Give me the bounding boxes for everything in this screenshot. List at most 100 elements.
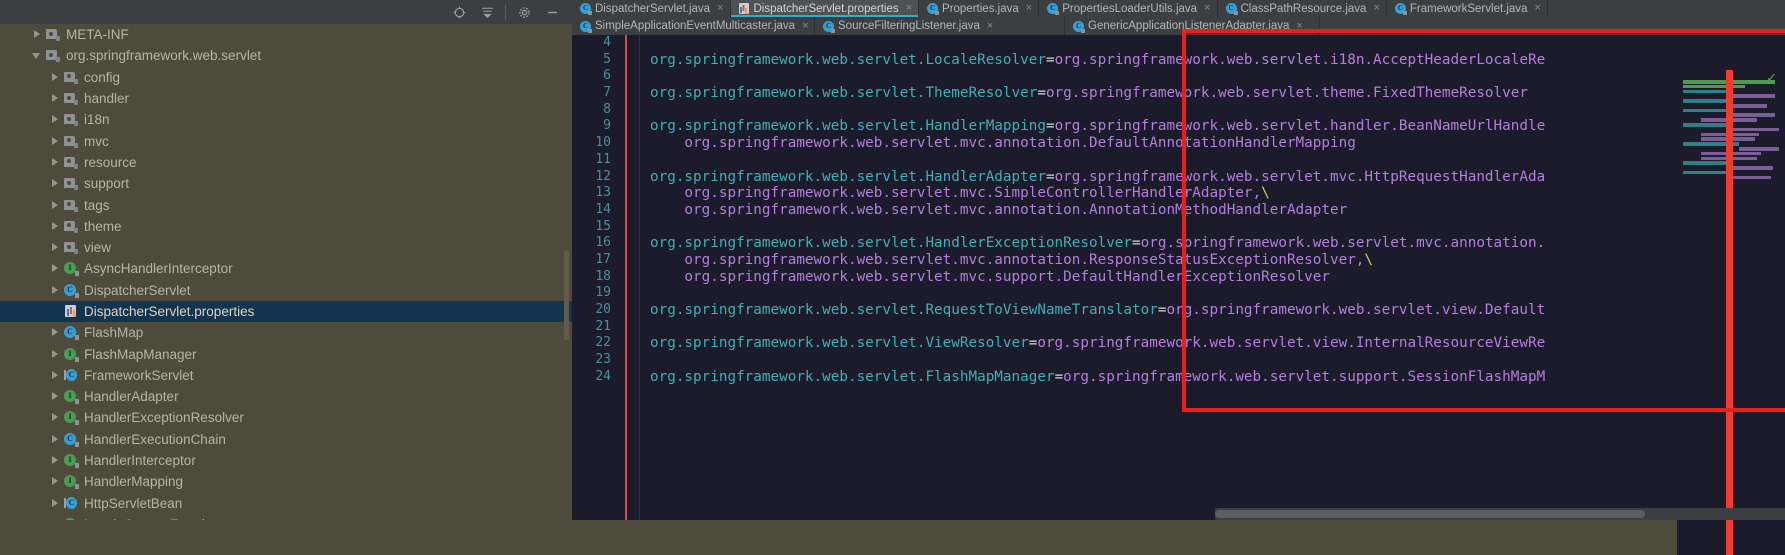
settings-gear-icon[interactable]: [513, 2, 535, 22]
tree-item[interactable]: view: [0, 237, 572, 258]
chevron-right-icon[interactable]: [50, 157, 61, 168]
locate-icon[interactable]: [448, 2, 470, 22]
tree-item[interactable]: resource: [0, 152, 572, 173]
code-line[interactable]: [650, 152, 1740, 169]
chevron-right-icon[interactable]: [50, 114, 61, 125]
editor-tab[interactable]: PropertiesLoaderUtils.java ×: [1039, 0, 1218, 17]
chevron-right-icon[interactable]: [50, 263, 61, 274]
tree-item[interactable]: FrameworkServlet: [0, 365, 572, 386]
code-line[interactable]: org.springframework.web.servlet.mvc.Simp…: [650, 185, 1740, 202]
code-content[interactable]: org.springframework.web.servlet.LocaleRe…: [650, 35, 1740, 520]
tree-item[interactable]: AsyncHandlerInterceptor: [0, 258, 572, 279]
chevron-right-icon[interactable]: [50, 200, 61, 211]
tree-item[interactable]: FlashMap: [0, 322, 572, 343]
tree-item[interactable]: HandlerAdapter: [0, 386, 572, 407]
tree-item[interactable]: LocaleContextResolver: [0, 514, 572, 520]
chevron-right-icon[interactable]: [50, 349, 61, 360]
editor-tab[interactable]: DispatcherServlet.java ×: [572, 0, 731, 17]
project-panel-scrollbar[interactable]: [564, 250, 569, 340]
tree-item[interactable]: HttpServletBean: [0, 493, 572, 514]
chevron-right-icon[interactable]: [50, 72, 61, 83]
chevron-right-icon[interactable]: [50, 412, 61, 423]
close-icon[interactable]: ×: [1204, 3, 1210, 14]
chevron-right-icon[interactable]: [50, 136, 61, 147]
close-icon[interactable]: ×: [717, 3, 723, 14]
code-line[interactable]: [650, 285, 1740, 302]
horizontal-scroll-thumb[interactable]: [1215, 510, 1645, 518]
tree-item[interactable]: i18n: [0, 109, 572, 130]
code-line[interactable]: [650, 219, 1740, 236]
code-line[interactable]: [650, 102, 1740, 119]
tree-item[interactable]: META-INF: [0, 24, 572, 45]
collapse-all-icon[interactable]: [476, 2, 498, 22]
code-line[interactable]: org.springframework.web.servlet.ViewReso…: [650, 335, 1740, 352]
tree-item[interactable]: FlashMapManager: [0, 343, 572, 364]
tree-item[interactable]: mvc: [0, 130, 572, 151]
chevron-right-icon[interactable]: [50, 476, 61, 487]
chevron-right-icon[interactable]: [50, 178, 61, 189]
editor-tab[interactable]: SourceFilteringListener.java ×: [815, 17, 1065, 35]
tree-item[interactable]: HandlerExecutionChain: [0, 429, 572, 450]
chevron-right-icon[interactable]: [50, 370, 61, 381]
close-icon[interactable]: ×: [1296, 20, 1302, 32]
code-line[interactable]: [650, 35, 1740, 52]
editor-tab[interactable]: Properties.java ×: [919, 0, 1040, 17]
tree-item[interactable]: org.springframework.web.servlet: [0, 45, 572, 66]
tree-item[interactable]: DispatcherServlet.properties: [0, 300, 572, 323]
tree-item[interactable]: config: [0, 67, 572, 88]
code-line[interactable]: org.springframework.web.servlet.HandlerM…: [650, 118, 1740, 135]
tree-item[interactable]: HandlerExceptionResolver: [0, 407, 572, 428]
code-folding-rail[interactable]: [639, 35, 640, 520]
tree-item[interactable]: HandlerInterceptor: [0, 450, 572, 471]
code-line[interactable]: org.springframework.web.servlet.HandlerA…: [650, 169, 1740, 186]
chevron-right-icon[interactable]: [50, 327, 61, 338]
code-line[interactable]: [650, 68, 1740, 85]
chevron-right-icon[interactable]: [50, 242, 61, 253]
project-tree[interactable]: META-INF org.springframework.web.servlet c…: [0, 24, 572, 520]
tree-item[interactable]: support: [0, 173, 572, 194]
chevron-right-icon[interactable]: [50, 221, 61, 232]
package-folder-icon: [64, 176, 79, 191]
editor-tab[interactable]: DispatcherServlet.properties ×: [730, 0, 920, 17]
chevron-right-icon[interactable]: [32, 29, 43, 40]
code-line[interactable]: org.springframework.web.servlet.mvc.anno…: [650, 252, 1740, 269]
code-line[interactable]: org.springframework.web.servlet.mvc.anno…: [650, 135, 1740, 152]
code-line[interactable]: org.springframework.web.servlet.RequestT…: [650, 302, 1740, 319]
close-icon[interactable]: ×: [1026, 3, 1032, 14]
close-icon[interactable]: ×: [906, 3, 912, 14]
close-icon[interactable]: ×: [987, 20, 993, 32]
code-line[interactable]: [650, 319, 1740, 336]
editor-tab[interactable]: SimpleApplicationEventMulticaster.java ×: [572, 17, 815, 35]
editor-tab[interactable]: ClassPathResource.java ×: [1218, 0, 1387, 17]
chevron-down-icon[interactable]: [32, 50, 43, 61]
code-line[interactable]: [650, 352, 1740, 369]
code-line[interactable]: org.springframework.web.servlet.ThemeRes…: [650, 85, 1740, 102]
chevron-right-icon[interactable]: [50, 498, 61, 509]
code-editor[interactable]: 4 5 6 7 8 9 10 11 12 13 14 15 16 17 18 19 20 21 22 23 24 org…: [572, 35, 1785, 555]
editor-tab[interactable]: GenericApplicationListenerAdapter.java ×: [1065, 17, 1320, 35]
code-line[interactable]: org.springframework.web.servlet.mvc.supp…: [650, 269, 1740, 286]
editor-tab-row-1[interactable]: DispatcherServlet.java×DispatcherServlet…: [572, 0, 1785, 17]
editor-tab[interactable]: FrameworkServlet.java ×: [1387, 0, 1548, 17]
horizontal-scrollbar[interactable]: [1215, 508, 1785, 520]
code-minimap[interactable]: ✓: [1677, 70, 1785, 555]
code-line[interactable]: org.springframework.web.servlet.FlashMap…: [650, 369, 1740, 386]
close-icon[interactable]: ×: [1534, 3, 1540, 14]
hide-panel-icon[interactable]: [541, 2, 563, 22]
chevron-right-icon[interactable]: [50, 391, 61, 402]
tree-item[interactable]: HandlerMapping: [0, 471, 572, 492]
editor-tab-row-2[interactable]: SimpleApplicationEventMulticaster.java×S…: [572, 17, 1785, 35]
close-icon[interactable]: ×: [1373, 3, 1379, 14]
chevron-right-icon[interactable]: [50, 434, 61, 445]
chevron-right-icon[interactable]: [50, 93, 61, 104]
code-line[interactable]: org.springframework.web.servlet.mvc.anno…: [650, 202, 1740, 219]
code-line[interactable]: org.springframework.web.servlet.HandlerE…: [650, 235, 1740, 252]
chevron-right-icon[interactable]: [50, 285, 61, 296]
tree-item[interactable]: handler: [0, 88, 572, 109]
tree-item[interactable]: DispatcherServlet: [0, 280, 572, 301]
close-icon[interactable]: ×: [802, 20, 808, 32]
tree-item[interactable]: theme: [0, 216, 572, 237]
code-line[interactable]: org.springframework.web.servlet.LocaleRe…: [650, 52, 1740, 69]
chevron-right-icon[interactable]: [50, 455, 61, 466]
tree-item[interactable]: tags: [0, 194, 572, 215]
